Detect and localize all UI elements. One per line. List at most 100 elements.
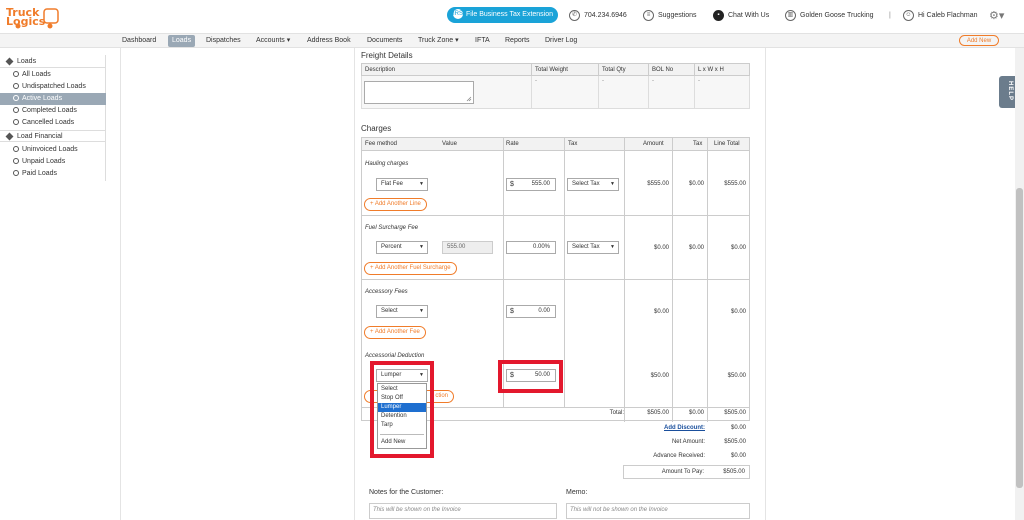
sidebar-group-loads[interactable]: Loads: [0, 56, 106, 68]
discount-value: $0.00: [730, 425, 746, 431]
notes-customer-field[interactable]: This will be shown on the Invoice: [369, 503, 557, 519]
add-fuel-surcharge-button[interactable]: + Add Another Fuel Surcharge: [364, 262, 457, 275]
total-amount: $505.00: [647, 410, 669, 416]
total-label: Total:: [609, 410, 624, 416]
hauling-charges-label: Hauling charges: [365, 161, 409, 167]
freight-qty-value: -: [598, 75, 649, 109]
building-icon: ▥: [785, 9, 796, 21]
chat-icon: ▪: [713, 9, 724, 21]
truck-logics-logo[interactable]: Truck Logics: [6, 5, 60, 29]
nav-ifta[interactable]: IFTA: [475, 35, 490, 47]
circle-icon: [13, 119, 19, 126]
nav-loads[interactable]: Loads: [168, 35, 196, 47]
total-tax: $0.00: [688, 410, 704, 416]
advance-row: Advance Received: $0.00: [361, 450, 750, 464]
sidebar-item-active-loads[interactable]: Active Loads: [0, 93, 106, 105]
company-link[interactable]: ▥ Golden Goose Trucking: [785, 9, 874, 23]
accessory-method-select[interactable]: Select ▼: [376, 305, 428, 318]
charges-col-fee-method: Fee method: [365, 141, 398, 147]
user-menu[interactable]: ☺ Hi Caleb Flachman: [903, 9, 978, 23]
fuel-value-field: 555.00: [442, 241, 493, 254]
sidebar-item-completed-loads[interactable]: Completed Loads: [0, 105, 106, 117]
hauling-rate-input[interactable]: $555.00: [506, 178, 556, 191]
fuel-amount: $0.00: [653, 245, 669, 251]
charges-col-amount: Amount: [643, 141, 664, 147]
file-tax-extension-button[interactable]: IRS File Business Tax Extension: [447, 7, 558, 23]
help-tab[interactable]: HELP: [999, 76, 1015, 108]
memo-label: Memo:: [566, 489, 588, 496]
advance-label: Advance Received:: [653, 453, 705, 459]
hauling-line-total: $555.00: [724, 181, 746, 187]
sidebar-item-paid-loads[interactable]: Paid Loads: [0, 168, 106, 180]
hauling-amount: $555.00: [647, 181, 669, 187]
add-new-button[interactable]: Add New: [959, 35, 999, 46]
nav-dashboard[interactable]: Dashboard: [122, 35, 156, 47]
nav-reports[interactable]: Reports: [505, 35, 530, 47]
fuel-rate-input[interactable]: 0.00%: [506, 241, 556, 254]
total-line: $505.00: [724, 410, 746, 416]
nav-accounts[interactable]: Accounts ▾: [256, 35, 290, 47]
freight-col-description: Description: [361, 63, 532, 76]
fuel-method-select[interactable]: Percent ▼: [376, 241, 428, 254]
circle-icon: [13, 158, 19, 165]
resize-handle-icon: [466, 96, 472, 102]
circle-icon: [13, 146, 19, 153]
freight-col-bol: BOL No: [648, 63, 695, 76]
top-bar: Truck Logics IRS File Business Tax Extensi…: [0, 0, 1024, 33]
cube-icon: [5, 57, 14, 66]
sidebar-item-uninvoiced-loads[interactable]: Uninvoiced Loads: [0, 144, 106, 156]
total-row: Total: $505.00 $0.00 $505.00: [361, 407, 750, 421]
sidebar-item-cancelled-loads[interactable]: Cancelled Loads: [0, 117, 106, 129]
content-divider-right: [765, 48, 766, 520]
highlight-rate: [498, 360, 563, 393]
accessory-rate-input[interactable]: $0.00: [506, 305, 556, 318]
suggestions-link[interactable]: ≡ Suggestions: [643, 9, 697, 23]
user-icon: ☺: [903, 9, 914, 21]
sidebar-group-load-financial[interactable]: Load Financial: [0, 130, 106, 142]
page-scrollbar[interactable]: [1015, 48, 1024, 520]
caret-down-icon: ▼: [610, 181, 615, 187]
advance-value: $0.00: [730, 453, 746, 459]
add-discount-link[interactable]: Add Discount:: [664, 425, 705, 431]
freight-dimensions-value: -: [694, 75, 750, 109]
discount-row: Add Discount: $0.00: [361, 422, 750, 436]
form-divider-left: [354, 48, 355, 520]
irs-icon: IRS: [453, 9, 464, 20]
caret-down-icon: ▼: [419, 308, 424, 314]
gear-icon[interactable]: ⚙▾: [989, 9, 1004, 23]
nav-documents[interactable]: Documents: [367, 35, 402, 47]
circle-icon: [13, 107, 19, 114]
sidebar-item-undispatched-loads[interactable]: Undispatched Loads: [0, 81, 106, 93]
freight-description-textarea[interactable]: [364, 81, 474, 104]
main-nav: Dashboard Loads Dispatches Accounts ▾ Ad…: [0, 33, 1024, 48]
freight-col-weight: Total Weight: [531, 63, 599, 76]
content-divider-left: [120, 48, 121, 520]
add-another-line-button[interactable]: + Add Another Line: [364, 198, 427, 211]
memo-field[interactable]: This will not be shown on the Invoice: [566, 503, 750, 519]
nav-truck-zone[interactable]: Truck Zone ▾: [418, 35, 459, 47]
hauling-tax-select[interactable]: Select Tax ▼: [567, 178, 619, 191]
sidebar-item-unpaid-loads[interactable]: Unpaid Loads: [0, 156, 106, 168]
nav-address-book[interactable]: Address Book: [307, 35, 351, 47]
amount-to-pay-row: Amount To Pay: $505.00: [623, 465, 750, 479]
chat-link[interactable]: ▪ Chat With Us: [713, 9, 769, 23]
caret-down-icon: ▼: [610, 244, 615, 250]
scroll-thumb[interactable]: [1016, 188, 1023, 488]
charges-col-tax-amount: Tax: [693, 141, 703, 147]
phone-link[interactable]: ✆ 704.234.6946: [569, 9, 627, 23]
sidebar-item-all-loads[interactable]: All Loads: [0, 69, 106, 81]
amount-to-pay-value: $505.00: [723, 469, 745, 475]
nav-dispatches[interactable]: Dispatches: [206, 35, 241, 47]
accessory-fees-label: Accessory Fees: [365, 289, 408, 295]
fuel-tax-amount: $0.00: [688, 245, 704, 251]
circle-icon: [13, 83, 19, 90]
add-another-fee-button[interactable]: + Add Another Fee: [364, 326, 426, 339]
hauling-method-select[interactable]: Flat Fee ▼: [376, 178, 428, 191]
fuel-line-total: $0.00: [730, 245, 746, 251]
accessorial-deduction-label: Accessorial Deduction: [365, 353, 425, 359]
nav-driver-log[interactable]: Driver Log: [545, 35, 577, 47]
circle-icon: [13, 71, 19, 78]
fuel-tax-select[interactable]: Select Tax ▼: [567, 241, 619, 254]
amount-to-pay-label: Amount To Pay:: [661, 469, 704, 475]
freight-col-dimensions: L x W x H: [694, 63, 750, 76]
